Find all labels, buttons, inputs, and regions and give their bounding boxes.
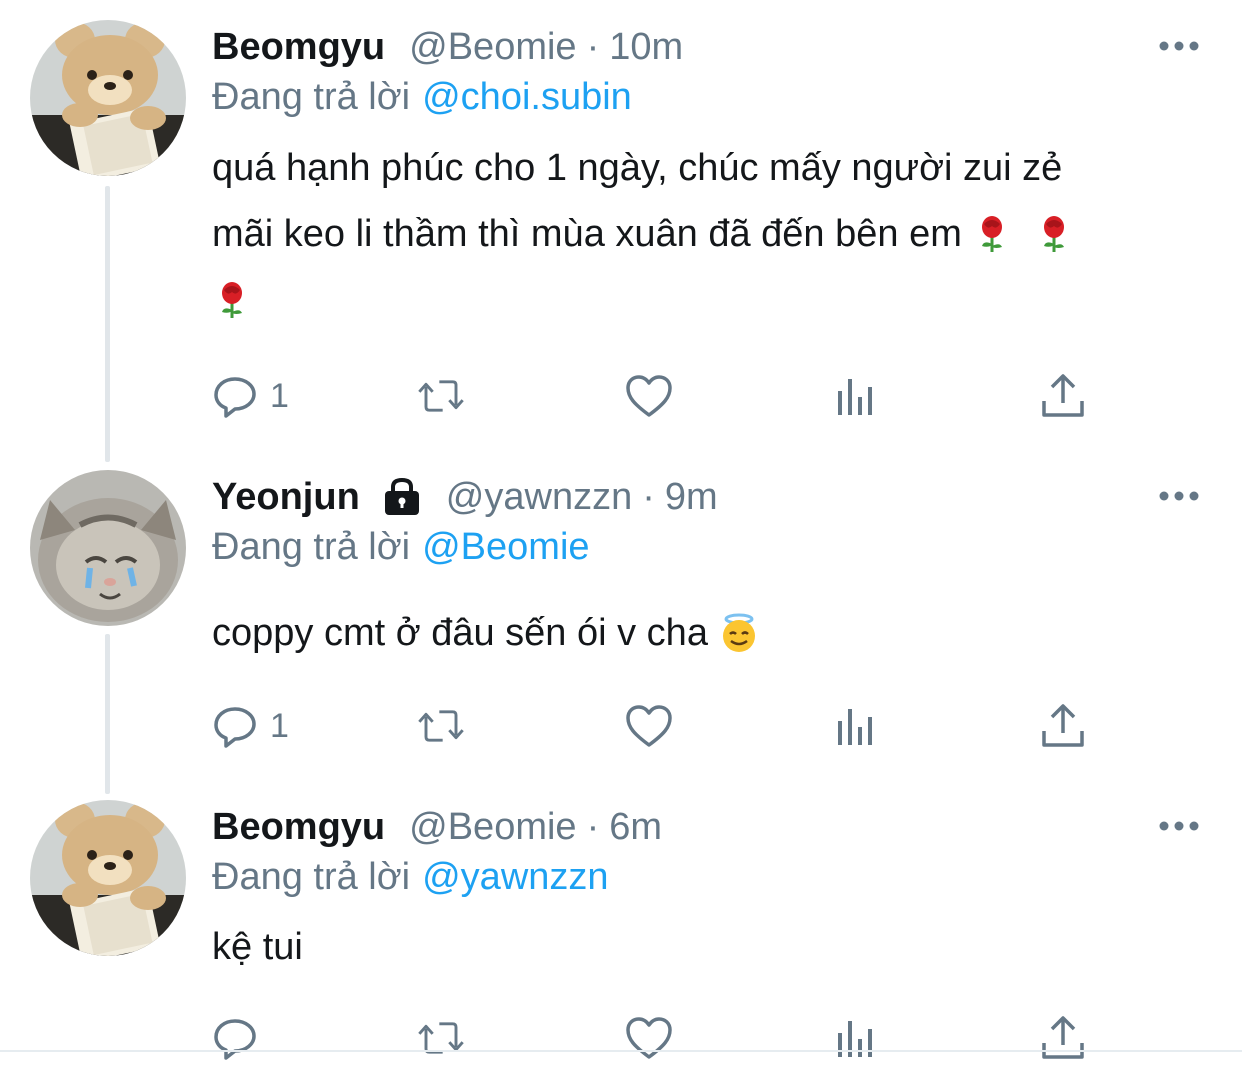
like-icon [624, 701, 674, 751]
display-name[interactable]: Beomgyu [212, 806, 385, 849]
retweet-icon [416, 1013, 466, 1063]
reply-icon [210, 371, 260, 421]
text-line [212, 267, 1202, 333]
replying-to-label: Đang trả lời [212, 526, 411, 568]
retweet-button[interactable] [416, 1010, 466, 1066]
like-button[interactable] [624, 698, 674, 754]
tweet-text: kệ tui [212, 914, 1202, 980]
retweet-icon [416, 701, 466, 751]
separator-dot: · [642, 475, 655, 518]
more-icon[interactable] [1158, 816, 1200, 836]
lock-icon [382, 477, 422, 517]
more-icon[interactable] [1158, 486, 1200, 506]
rose-emoji [1034, 214, 1074, 254]
text-line: coppy cmt ở đâu sến ói v cha [212, 600, 1202, 666]
share-icon [1038, 371, 1088, 421]
share-button[interactable] [1038, 1010, 1088, 1066]
tweet[interactable]: Beomgyu @Beomie · 10m Đang trả lời @choi.… [0, 0, 1242, 418]
share-icon [1038, 1013, 1088, 1063]
replying-to-label: Đang trả lời [212, 76, 411, 118]
replying-to: Đang trả lời @choi.subin [212, 76, 632, 119]
analytics-icon [832, 371, 882, 421]
tweet-actions [210, 1010, 1110, 1066]
avatar[interactable] [30, 470, 186, 626]
mention-link[interactable]: @choi.subin [422, 76, 632, 118]
share-button[interactable] [1038, 698, 1088, 754]
tweet-actions: 1 [210, 698, 1110, 754]
smiling-face-with-halo-emoji [719, 613, 759, 653]
reply-count: 1 [270, 376, 289, 415]
share-icon [1038, 701, 1088, 751]
display-name[interactable]: Beomgyu [212, 26, 385, 69]
replying-to: Đang trả lời @Beomie [212, 526, 590, 569]
share-button[interactable] [1038, 368, 1088, 424]
replying-to-label: Đang trả lời [212, 856, 411, 898]
analytics-icon [832, 1013, 882, 1063]
tweet[interactable]: Yeonjun @yawnzzn · 9m Đang trả lời @Beomi… [0, 450, 1242, 780]
tweet-text: coppy cmt ở đâu sến ói v cha [212, 600, 1202, 666]
reply-icon [210, 701, 260, 751]
retweet-button[interactable] [416, 698, 466, 754]
like-button[interactable] [624, 368, 674, 424]
text-line: mãi keo li thầm thì mùa xuân đã đến bên … [212, 201, 1202, 267]
mention-link[interactable]: @Beomie [422, 526, 589, 568]
timestamp[interactable]: 10m [609, 26, 683, 69]
separator-dot: · [586, 25, 600, 68]
analytics-button[interactable] [832, 368, 882, 424]
rose-emoji [972, 214, 1012, 254]
tweet-actions: 1 [210, 368, 1110, 424]
retweet-button[interactable] [416, 368, 466, 424]
rose-emoji [212, 280, 252, 320]
avatar[interactable] [30, 800, 186, 956]
avatar[interactable] [30, 20, 186, 176]
reply-button[interactable]: 1 [210, 368, 289, 424]
retweet-icon [416, 371, 466, 421]
text-line: quá hạnh phúc cho 1 ngày, chúc mấy người… [212, 147, 1063, 189]
analytics-button[interactable] [832, 698, 882, 754]
text-line-content: coppy cmt ở đâu sến ói v cha [212, 612, 708, 654]
text-line: kệ tui [212, 926, 303, 968]
tweet[interactable]: Beomgyu @Beomie · 6m Đang trả lời @yawnzz… [0, 780, 1242, 1060]
like-icon [624, 1013, 674, 1063]
reply-button[interactable] [210, 1010, 260, 1066]
user-handle[interactable]: @Beomie [409, 806, 576, 849]
divider [0, 1050, 1242, 1052]
like-button[interactable] [624, 1010, 674, 1066]
timestamp[interactable]: 9m [665, 476, 718, 519]
display-name[interactable]: Yeonjun [212, 476, 360, 519]
separator-dot: · [586, 805, 600, 848]
replying-to: Đang trả lời @yawnzzn [212, 856, 609, 899]
mention-link[interactable]: @yawnzzn [422, 856, 608, 898]
timestamp[interactable]: 6m [609, 806, 662, 849]
more-icon[interactable] [1158, 36, 1200, 56]
reply-button[interactable]: 1 [210, 698, 289, 754]
like-icon [624, 371, 674, 421]
tweet-text: quá hạnh phúc cho 1 ngày, chúc mấy người… [212, 135, 1202, 333]
reply-icon [210, 1013, 260, 1063]
analytics-button[interactable] [832, 1010, 882, 1066]
analytics-icon [832, 701, 882, 751]
user-handle[interactable]: @Beomie [409, 26, 576, 69]
reply-count: 1 [270, 706, 289, 745]
user-handle[interactable]: @yawnzzn [446, 476, 632, 519]
text-line-content: mãi keo li thầm thì mùa xuân đã đến bên … [212, 213, 962, 255]
